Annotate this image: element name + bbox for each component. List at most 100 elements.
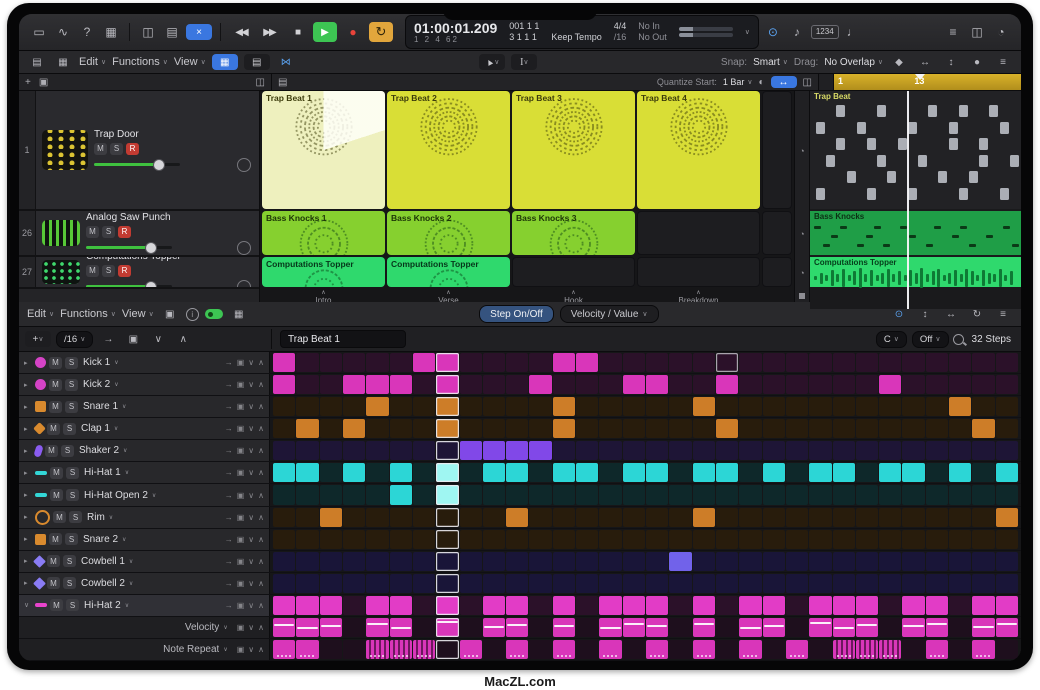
step-cell[interactable] xyxy=(506,419,528,438)
mute-button[interactable]: M xyxy=(86,265,99,277)
step-cell[interactable] xyxy=(296,397,318,416)
step-cell[interactable] xyxy=(786,508,808,527)
seq-functions-menu[interactable]: Functions∨ xyxy=(60,308,116,320)
subrow-up-icon[interactable]: ∧ xyxy=(258,623,264,632)
step-cell[interactable] xyxy=(529,508,551,527)
step-cell[interactable] xyxy=(926,574,948,593)
row-up-icon[interactable]: ∧ xyxy=(258,380,264,389)
step-cell[interactable] xyxy=(763,552,785,571)
row-mute-button[interactable]: M xyxy=(50,489,63,501)
step-cell[interactable] xyxy=(460,618,482,637)
step-cell[interactable] xyxy=(553,530,575,549)
step-cell[interactable] xyxy=(833,441,855,460)
row-solo-button[interactable]: S xyxy=(69,511,82,523)
step-cell[interactable] xyxy=(506,441,528,460)
step-cell[interactable] xyxy=(343,485,365,504)
disclosure-icon[interactable]: ▸ xyxy=(24,557,32,565)
row-header[interactable]: ▸ M S Shaker 2 ∨ → ▣ ∨ ∧ xyxy=(19,440,270,461)
step-cell[interactable] xyxy=(926,552,948,571)
mute-button[interactable]: M xyxy=(86,226,99,238)
empty-loop-cell[interactable] xyxy=(637,257,760,287)
step-cell[interactable] xyxy=(669,530,691,549)
step-cell[interactable] xyxy=(996,419,1018,438)
step-cell[interactable] xyxy=(599,441,621,460)
step-cell[interactable] xyxy=(296,618,318,637)
step-cell[interactable] xyxy=(553,419,575,438)
step-cell[interactable] xyxy=(972,574,994,593)
step-cell[interactable] xyxy=(739,441,761,460)
step-cell[interactable] xyxy=(413,508,435,527)
step-cell[interactable] xyxy=(763,353,785,372)
row-down-icon[interactable]: ∨ xyxy=(248,491,254,500)
step-cell[interactable] xyxy=(390,596,412,615)
step-cell[interactable] xyxy=(320,353,342,372)
step-cell[interactable] xyxy=(343,574,365,593)
step-cell[interactable] xyxy=(553,463,575,482)
step-cell[interactable] xyxy=(460,419,482,438)
step-cell[interactable] xyxy=(786,596,808,615)
step-cell[interactable] xyxy=(949,441,971,460)
grid-view-button[interactable]: ▦ xyxy=(212,54,238,70)
step-cell[interactable] xyxy=(716,441,738,460)
step-cell[interactable] xyxy=(716,353,738,372)
row-mute-button[interactable]: M xyxy=(47,423,60,435)
volume-fader[interactable] xyxy=(86,280,259,290)
velocity-value-button[interactable]: Velocity / Value∨ xyxy=(560,305,659,323)
step-cell[interactable] xyxy=(343,508,365,527)
step-cell[interactable] xyxy=(739,353,761,372)
cycle-button[interactable]: ↻ xyxy=(369,22,393,42)
step-cell[interactable] xyxy=(436,463,458,482)
step-cell[interactable] xyxy=(623,485,645,504)
step-cell[interactable] xyxy=(926,441,948,460)
step-cell[interactable] xyxy=(623,640,645,659)
step-cell[interactable] xyxy=(926,508,948,527)
step-cell[interactable] xyxy=(833,353,855,372)
subrow-down-icon[interactable]: ∨ xyxy=(248,623,254,632)
row-output-icon[interactable]: → xyxy=(225,579,233,588)
step-cell[interactable] xyxy=(413,375,435,394)
step-cell[interactable] xyxy=(506,353,528,372)
row-output-icon[interactable]: → xyxy=(225,380,233,389)
row-output-icon[interactable]: → xyxy=(225,424,233,433)
track-circle-button[interactable] xyxy=(237,241,251,255)
row-down-icon[interactable]: ∨ xyxy=(248,358,254,367)
step-cell[interactable] xyxy=(273,640,295,659)
row-menu-icon[interactable]: ∨ xyxy=(114,381,118,388)
step-cell[interactable] xyxy=(460,441,482,460)
row-trigger-icon[interactable]: ◔ xyxy=(799,257,804,289)
step-cell[interactable] xyxy=(716,640,738,659)
step-cell[interactable] xyxy=(949,596,971,615)
empty-loop-cell[interactable] xyxy=(762,91,792,209)
empty-loop-cell[interactable] xyxy=(762,211,792,255)
row-menu-icon[interactable]: ∨ xyxy=(114,425,118,432)
step-cell[interactable] xyxy=(716,552,738,571)
step-cell[interactable] xyxy=(833,552,855,571)
step-cell[interactable] xyxy=(693,508,715,527)
row-output-icon[interactable]: → xyxy=(225,358,233,367)
step-cell[interactable] xyxy=(716,508,738,527)
step-cell[interactable] xyxy=(763,640,785,659)
step-cell[interactable] xyxy=(529,640,551,659)
row-options-icon[interactable]: ▣ xyxy=(237,513,245,522)
step-cell[interactable] xyxy=(972,397,994,416)
row-menu-icon[interactable]: ∨ xyxy=(122,536,126,543)
step-cell[interactable] xyxy=(506,618,528,637)
step-cell[interactable] xyxy=(506,574,528,593)
row-output-icon[interactable]: → xyxy=(225,446,233,455)
step-cell[interactable] xyxy=(926,485,948,504)
step-cell[interactable] xyxy=(599,485,621,504)
row-output-icon[interactable]: → xyxy=(225,468,233,477)
plug-icon[interactable]: ∿ xyxy=(53,22,73,42)
step-cell[interactable] xyxy=(693,485,715,504)
row-solo-button[interactable]: S xyxy=(63,423,76,435)
step-cell[interactable] xyxy=(716,397,738,416)
step-cell[interactable] xyxy=(693,463,715,482)
pattern-record-toggle[interactable] xyxy=(205,309,223,319)
row-options-icon[interactable]: ▣ xyxy=(237,557,245,566)
step-cell[interactable] xyxy=(576,353,598,372)
row-solo-button[interactable]: S xyxy=(66,489,79,501)
stop-button[interactable]: ■ xyxy=(285,22,309,42)
step-cell[interactable] xyxy=(786,574,808,593)
step-cell[interactable] xyxy=(949,640,971,659)
row-down-icon[interactable]: ∨ xyxy=(248,579,254,588)
